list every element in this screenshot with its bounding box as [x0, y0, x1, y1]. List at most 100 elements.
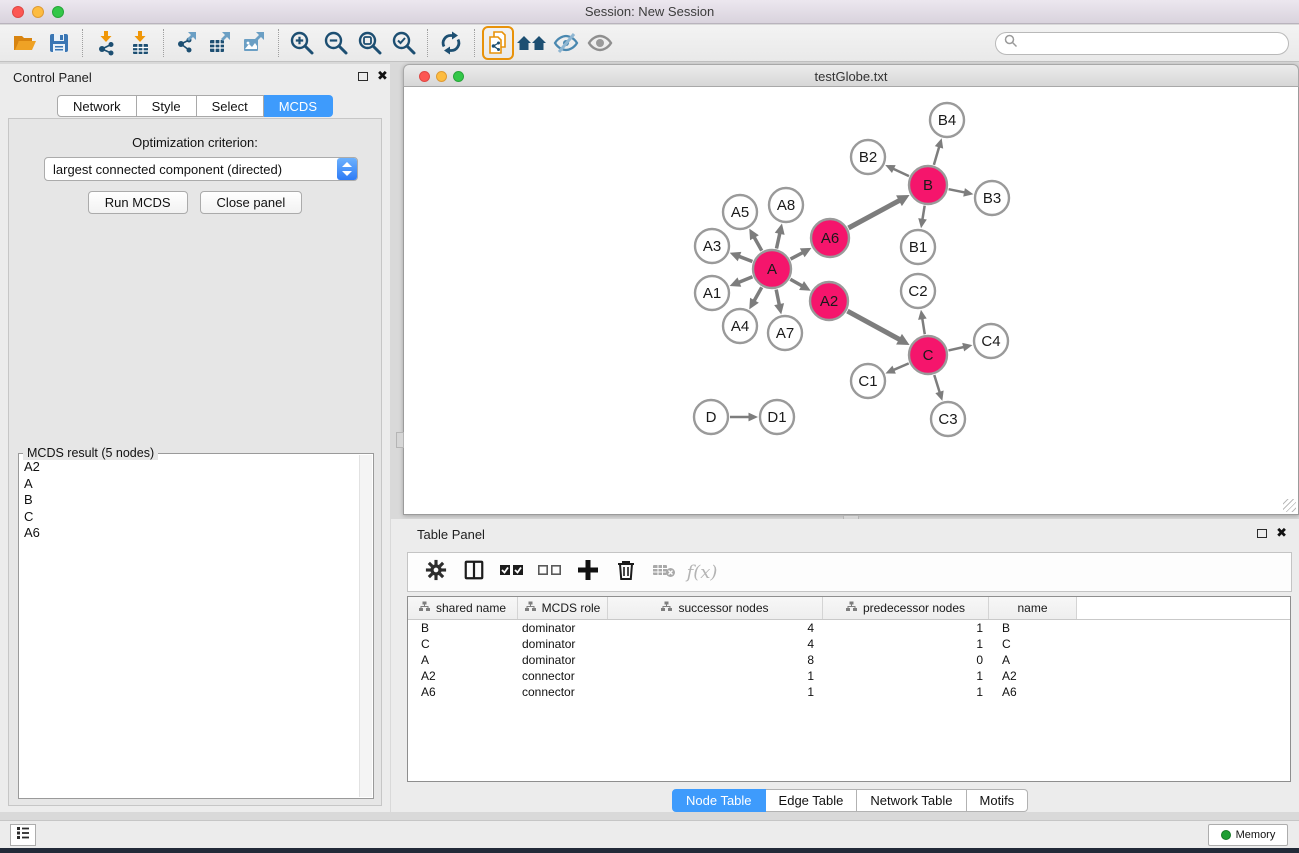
table-cell[interactable]: C — [989, 636, 1077, 652]
tab-mcds[interactable]: MCDS — [264, 95, 333, 117]
zoom-fit-button[interactable] — [353, 27, 387, 59]
table-cell[interactable]: B — [408, 620, 518, 636]
edge-B-B4[interactable] — [934, 146, 940, 165]
select-all-button[interactable] — [496, 556, 528, 588]
search-field[interactable] — [995, 32, 1289, 55]
close-panel-icon[interactable]: ✖ — [1276, 526, 1287, 540]
show-column-panel-button[interactable] — [458, 556, 490, 588]
table-cell[interactable]: 1 — [823, 636, 989, 652]
tab-select[interactable]: Select — [197, 95, 264, 117]
table-cell[interactable]: C — [408, 636, 518, 652]
refresh-button[interactable] — [434, 27, 468, 59]
tab-network-table[interactable]: Network Table — [857, 789, 966, 812]
edge-C-C4[interactable] — [948, 347, 965, 351]
network-window-titlebar[interactable]: testGlobe.txt — [403, 64, 1299, 87]
table-cell[interactable]: A2 — [989, 668, 1077, 684]
edge-B-B1[interactable] — [922, 206, 924, 221]
edge-A-A2[interactable] — [790, 279, 803, 286]
delete-table-button[interactable] — [648, 556, 680, 588]
tab-style[interactable]: Style — [137, 95, 197, 117]
table-cell[interactable]: 1 — [823, 620, 989, 636]
column-header-name[interactable]: name — [989, 597, 1077, 619]
table-cell[interactable]: connector — [518, 684, 608, 700]
result-item[interactable]: A2 — [24, 459, 355, 476]
edge-B-B3[interactable] — [949, 189, 966, 193]
hide-view-button[interactable] — [549, 27, 583, 59]
table-cell[interactable]: A2 — [408, 668, 518, 684]
home-button[interactable] — [515, 27, 549, 59]
table-cell[interactable]: A — [408, 652, 518, 668]
edge-A-A1[interactable] — [737, 277, 752, 283]
resize-grip-icon[interactable] — [1283, 499, 1296, 512]
tab-node-table[interactable]: Node Table — [672, 789, 766, 812]
edge-A-A7[interactable] — [776, 290, 779, 307]
table-cell[interactable]: 1 — [823, 684, 989, 700]
mcds-result-list[interactable]: A2ABCA6 — [20, 455, 359, 797]
zoom-in-button[interactable] — [285, 27, 319, 59]
zoom-out-button[interactable] — [319, 27, 353, 59]
close-panel-icon[interactable]: ✖ — [377, 69, 388, 83]
edge-C-C2[interactable] — [922, 317, 925, 334]
column-header-mcds-role[interactable]: MCDS role — [518, 597, 608, 619]
column-header-shared-name[interactable]: shared name — [408, 597, 518, 619]
column-header-predecessor-nodes[interactable]: predecessor nodes — [823, 597, 989, 619]
result-item[interactable]: B — [24, 492, 355, 509]
edge-B-B2[interactable] — [892, 168, 909, 176]
edge-C-C3[interactable] — [934, 375, 940, 394]
table-cell[interactable]: 8 — [608, 652, 823, 668]
save-session-button[interactable] — [42, 27, 76, 59]
task-history-button[interactable] — [10, 824, 36, 846]
table-row[interactable]: A2connector11A2 — [408, 668, 1290, 684]
function-builder-button[interactable]: f(x) — [686, 556, 718, 588]
export-image-button[interactable] — [238, 27, 272, 59]
table-cell[interactable]: 0 — [823, 652, 989, 668]
delete-column-button[interactable] — [610, 556, 642, 588]
table-row[interactable]: Bdominator41B — [408, 620, 1290, 636]
show-view-button[interactable] — [583, 27, 617, 59]
table-cell[interactable]: dominator — [518, 636, 608, 652]
table-row[interactable]: Cdominator41C — [408, 636, 1290, 652]
network-canvas[interactable]: B4B2BB3A8A5A6A3B1AC2A1A2A4A7C4CC1C3DD1 — [403, 87, 1299, 515]
table-cell[interactable]: 1 — [608, 684, 823, 700]
deselect-all-button[interactable] — [534, 556, 566, 588]
table-cell[interactable]: connector — [518, 668, 608, 684]
zoom-selected-button[interactable] — [387, 27, 421, 59]
table-cell[interactable]: B — [989, 620, 1077, 636]
column-header-successor-nodes[interactable]: successor nodes — [608, 597, 823, 619]
table-cell[interactable]: 4 — [608, 636, 823, 652]
table-cell[interactable]: dominator — [518, 652, 608, 668]
tab-motifs[interactable]: Motifs — [967, 789, 1029, 812]
table-cell[interactable]: 1 — [608, 668, 823, 684]
close-panel-button[interactable]: Close panel — [200, 191, 303, 214]
table-row[interactable]: Adominator80A — [408, 652, 1290, 668]
edge-A2-C[interactable] — [847, 311, 901, 340]
result-item[interactable]: A6 — [24, 525, 355, 542]
table-cell[interactable]: A — [989, 652, 1077, 668]
tab-network[interactable]: Network — [57, 95, 137, 117]
run-mcds-button[interactable]: Run MCDS — [88, 191, 188, 214]
export-network-button[interactable] — [170, 27, 204, 59]
result-item[interactable]: C — [24, 509, 355, 526]
edge-A-A3[interactable] — [738, 256, 753, 262]
table-cell[interactable]: A6 — [989, 684, 1077, 700]
float-panel-icon[interactable] — [358, 72, 368, 81]
table-cell[interactable]: dominator — [518, 620, 608, 636]
edge-A-A8[interactable] — [776, 232, 780, 249]
edge-A6-B[interactable] — [848, 200, 901, 228]
table-cell[interactable]: A6 — [408, 684, 518, 700]
table-settings-button[interactable] — [420, 556, 452, 588]
result-item[interactable]: A — [24, 476, 355, 493]
edge-A-A5[interactable] — [753, 236, 761, 251]
memory-button[interactable]: Memory — [1208, 824, 1288, 846]
float-panel-icon[interactable] — [1257, 529, 1267, 538]
table-row[interactable]: A6connector11A6 — [408, 684, 1290, 700]
criterion-dropdown[interactable]: largest connected component (directed) — [44, 157, 358, 181]
result-scrollbar[interactable] — [359, 455, 372, 797]
clone-network-button[interactable] — [481, 27, 515, 59]
create-column-button[interactable] — [572, 556, 604, 588]
open-session-button[interactable] — [8, 27, 42, 59]
table-cell[interactable]: 4 — [608, 620, 823, 636]
edge-A-A6[interactable] — [791, 252, 805, 259]
table-cell[interactable]: 1 — [823, 668, 989, 684]
edge-C-C1[interactable] — [892, 363, 908, 370]
